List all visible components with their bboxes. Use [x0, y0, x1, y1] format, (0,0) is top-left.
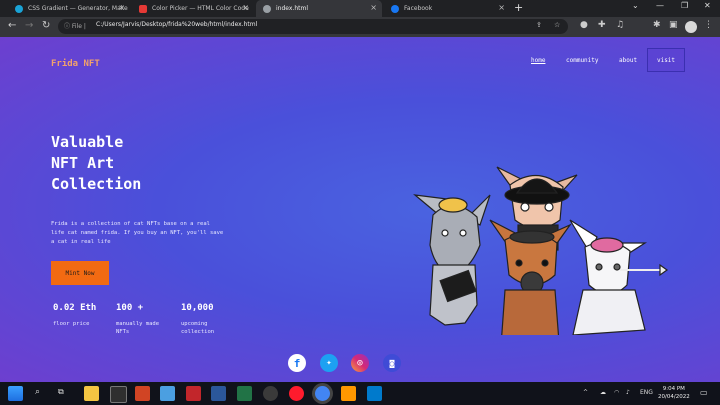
- twitter-icon[interactable]: ✦: [320, 354, 338, 372]
- css-gradient-favicon-icon: [15, 4, 23, 13]
- nav-about-link[interactable]: about: [619, 57, 637, 64]
- close-icon[interactable]: ×: [498, 3, 505, 12]
- photos-icon[interactable]: [160, 386, 175, 401]
- system-clock[interactable]: 9:04 PM 20/04/2022: [658, 385, 690, 401]
- nav-community-link[interactable]: community: [566, 57, 599, 64]
- stat-collection-value: 10,000: [181, 303, 214, 313]
- back-arrow-icon[interactable]: ←: [8, 20, 16, 31]
- brand-logo[interactable]: Frida NFT: [51, 59, 100, 69]
- web-page: Frida NFT home community about visit Val…: [0, 37, 720, 382]
- wifi-icon[interactable]: ◠: [614, 389, 619, 396]
- tab-css-gradient[interactable]: CSS Gradient — Generator, Make ×: [8, 0, 130, 17]
- sublime-text-icon[interactable]: [341, 386, 356, 401]
- excel-icon[interactable]: [237, 386, 252, 401]
- gray-cat-icon: [413, 194, 491, 326]
- site-info-label[interactable]: ⓘ File |: [64, 21, 86, 30]
- vscode-icon[interactable]: [367, 386, 382, 401]
- color-picker-favicon-icon: [139, 4, 147, 13]
- chrome-icon[interactable]: [315, 386, 330, 401]
- minimize-icon[interactable]: —: [656, 1, 664, 10]
- music-icon[interactable]: ♫: [616, 20, 624, 30]
- language-indicator[interactable]: ENG: [640, 389, 653, 396]
- tab-search-chevron-icon[interactable]: ⌄: [632, 1, 639, 10]
- stat-nfts-label: manually made NFTs: [116, 321, 160, 335]
- url-text[interactable]: C:/Users/Jarvis/Desktop/frida%20web/html…: [96, 21, 257, 28]
- white-cat-icon: [569, 219, 669, 335]
- tab-facebook[interactable]: Facebook ×: [384, 0, 510, 17]
- extension-icon[interactable]: ●: [580, 20, 588, 30]
- file-explorer-icon[interactable]: [84, 386, 99, 401]
- share-icon[interactable]: ⇪: [536, 21, 542, 29]
- word-icon[interactable]: [211, 386, 226, 401]
- tab-title: Color Picker — HTML Color Code: [152, 5, 249, 12]
- store-icon[interactable]: [110, 386, 127, 403]
- cloud-icon[interactable]: ☁: [600, 389, 606, 396]
- visit-button[interactable]: visit: [647, 48, 685, 72]
- side-panel-icon[interactable]: ▣: [669, 20, 678, 30]
- search-icon[interactable]: ⌕: [35, 387, 40, 397]
- media-player-icon[interactable]: [263, 386, 278, 401]
- reload-icon[interactable]: ↻: [42, 20, 50, 31]
- stat-floor-price-label: floor price: [53, 321, 90, 327]
- hero-description: Frida is a collection of cat NFTs base o…: [51, 221, 224, 245]
- toolbar: ← → ↻ ⓘ File | C:/Users/Jarvis/Desktop/f…: [0, 17, 720, 37]
- mint-now-button[interactable]: Mint Now: [51, 261, 109, 285]
- close-icon[interactable]: ×: [242, 3, 249, 12]
- hero-title: Valuable NFT Art Collection: [51, 133, 142, 193]
- window-close-icon[interactable]: ✕: [704, 1, 711, 10]
- brown-cat-icon: [489, 219, 572, 335]
- volume-icon[interactable]: ♪: [626, 389, 630, 396]
- nav-home-link[interactable]: home: [531, 57, 545, 64]
- tab-color-picker[interactable]: Color Picker — HTML Color Code ×: [132, 0, 254, 17]
- stat-nfts-value: 100 +: [116, 303, 144, 313]
- windows-start-icon[interactable]: [8, 386, 23, 401]
- new-tab-button[interactable]: +: [514, 1, 523, 14]
- tab-title: Facebook: [404, 5, 433, 12]
- clock-time: 9:04 PM: [662, 386, 685, 392]
- tab-title: CSS Gradient — Generator, Make: [28, 5, 128, 12]
- tab-title: index.html: [276, 5, 308, 12]
- powerpoint-icon[interactable]: [135, 386, 150, 401]
- address-bar[interactable]: ⓘ File | C:/Users/Jarvis/Desktop/frida%2…: [58, 19, 568, 34]
- taskbar: ⌕ ⧉ ^ ☁ ◠ ♪ ENG 9:04 PM 20/04/2022 ▭: [0, 382, 720, 405]
- instagram-icon[interactable]: ◎: [351, 354, 369, 372]
- access-icon[interactable]: [186, 386, 201, 401]
- task-view-icon[interactable]: ⧉: [58, 387, 64, 397]
- menu-kebab-icon[interactable]: ⋮: [704, 20, 713, 30]
- extensions-puzzle-icon[interactable]: ✱: [653, 20, 661, 30]
- nft-cats-illustration: [413, 166, 669, 335]
- stat-floor-price-value: 0.02 Eth: [53, 303, 97, 313]
- puzzle-icon[interactable]: ✚: [598, 20, 606, 30]
- close-icon[interactable]: ×: [118, 3, 125, 12]
- facebook-icon[interactable]: f: [288, 354, 306, 372]
- notifications-icon[interactable]: ▭: [700, 388, 708, 397]
- restore-icon[interactable]: ❐: [681, 1, 688, 10]
- stat-collection-label: upcoming collection: [181, 321, 215, 335]
- opera-icon[interactable]: [289, 386, 304, 401]
- facebook-favicon-icon: [391, 4, 399, 13]
- clock-date: 20/04/2022: [658, 394, 690, 400]
- discord-icon[interactable]: ◙: [383, 354, 401, 372]
- globe-icon: [263, 4, 271, 13]
- avatar[interactable]: [685, 21, 697, 33]
- bookmark-star-icon[interactable]: ☆: [554, 21, 560, 29]
- tab-index-html[interactable]: index.html ×: [256, 0, 382, 17]
- close-icon[interactable]: ×: [370, 3, 377, 12]
- forward-arrow-icon[interactable]: →: [25, 20, 33, 31]
- chevron-up-icon[interactable]: ^: [583, 389, 588, 396]
- tab-strip: CSS Gradient — Generator, Make × Color P…: [0, 0, 720, 17]
